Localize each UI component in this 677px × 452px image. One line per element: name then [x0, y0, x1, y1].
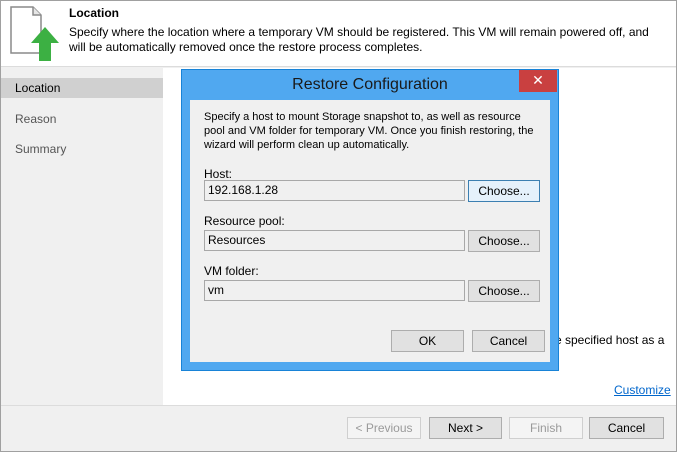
page-title: Location [69, 6, 119, 20]
choose-vm-folder-button[interactable]: Choose... [468, 280, 540, 302]
finish-button[interactable]: Finish [509, 417, 583, 439]
cancel-button[interactable]: Cancel [589, 417, 664, 439]
obscured-text: e specified host as a [555, 333, 665, 347]
wizard-header: Location Specify where the location wher… [1, 1, 676, 67]
nav-item-location[interactable]: Location [1, 78, 163, 98]
close-icon[interactable]: ✕ [519, 70, 557, 92]
host-field[interactable]: 192.168.1.28 [204, 180, 465, 201]
choose-host-button[interactable]: Choose... [468, 180, 540, 202]
restore-configuration-dialog: Restore Configuration ✕ Specify a host t… [181, 69, 559, 371]
host-label: Host: [204, 167, 233, 181]
dialog-title: Restore Configuration [292, 76, 448, 93]
page-description: Specify where the location where a tempo… [69, 25, 649, 54]
next-button[interactable]: Next > [429, 417, 502, 439]
dialog-titlebar[interactable]: Restore Configuration ✕ [182, 70, 558, 100]
dialog-cancel-button[interactable]: Cancel [472, 330, 545, 352]
nav-item-reason[interactable]: Reason [1, 104, 163, 134]
resource-pool-field[interactable]: Resources [204, 230, 465, 251]
choose-resource-pool-button[interactable]: Choose... [468, 230, 540, 252]
previous-button[interactable]: < Previous [347, 417, 421, 439]
vm-folder-field[interactable]: vm [204, 280, 465, 301]
dialog-intro: Specify a host to mount Storage snapshot… [204, 111, 534, 151]
customize-link[interactable]: Customize [614, 383, 671, 397]
nav-item-summary[interactable]: Summary [1, 134, 163, 164]
vm-folder-label: VM folder: [204, 264, 259, 278]
wizard-nav: Location Reason Summary [1, 68, 163, 405]
resource-pool-label: Resource pool: [204, 214, 285, 228]
wizard-footer: < Previous Next > Finish Cancel [1, 405, 676, 451]
ok-button[interactable]: OK [391, 330, 464, 352]
vm-restore-arrow-icon [7, 5, 63, 63]
dialog-body: Specify a host to mount Storage snapshot… [190, 100, 550, 362]
